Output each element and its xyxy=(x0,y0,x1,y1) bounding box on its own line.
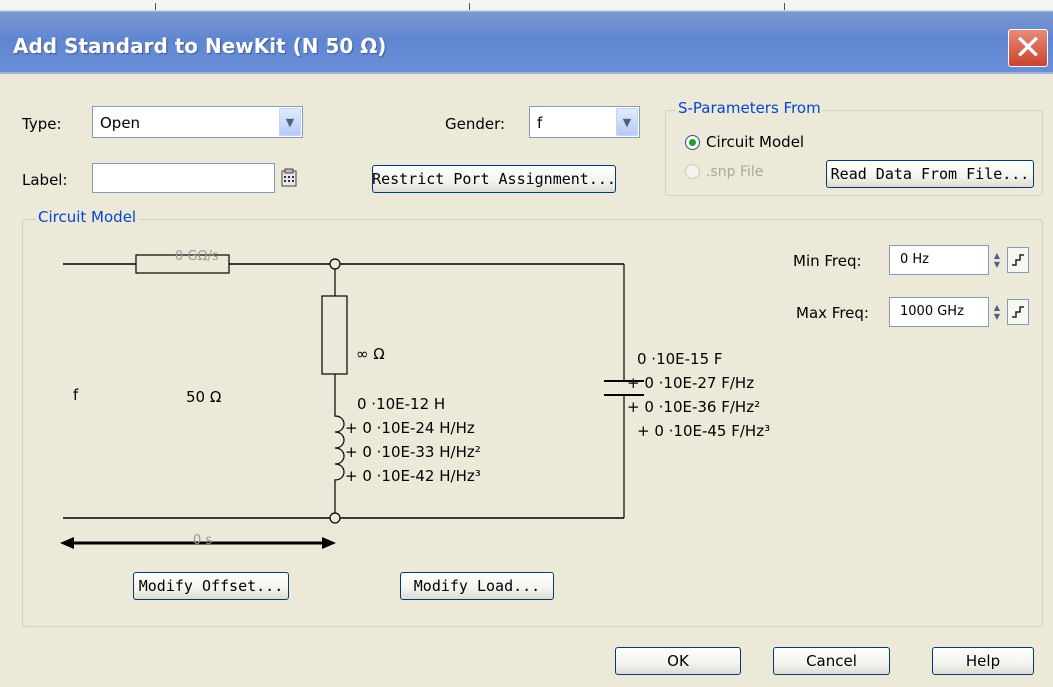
cancel-button[interactable]: Cancel xyxy=(773,647,890,675)
capacitance-c2: + 0 ·10E-36 F/Hz² xyxy=(627,398,761,416)
offset-gender-label: f xyxy=(73,386,79,404)
capacitance-c1: + 0 ·10E-27 F/Hz xyxy=(627,374,755,392)
capacitance-c3: + 0 ·10E-45 F/Hz³ xyxy=(637,422,771,440)
offset-delay-label: 0 s xyxy=(193,533,213,548)
ok-button[interactable]: OK xyxy=(615,647,741,675)
offset-z0-label: 50 Ω xyxy=(186,388,222,406)
modify-offset-button[interactable]: Modify Offset... xyxy=(133,572,289,600)
inductance-l3: + 0 ·10E-42 H/Hz³ xyxy=(345,467,481,485)
inductance-l0: 0 ·10E-12 H xyxy=(357,395,446,413)
help-button[interactable]: Help xyxy=(932,647,1034,675)
load-resistor xyxy=(321,295,348,375)
offset-loss-label: 0 GΩ/s xyxy=(175,249,219,264)
load-inductor xyxy=(334,398,345,513)
inductance-l2: + 0 ·10E-33 H/Hz² xyxy=(345,443,481,461)
modify-load-button[interactable]: Modify Load... xyxy=(400,572,554,600)
capacitance-c0: 0 ·10E-15 F xyxy=(637,350,723,368)
resistance-label: ∞ Ω xyxy=(356,345,385,363)
inductance-l1: + 0 ·10E-24 H/Hz xyxy=(345,419,475,437)
